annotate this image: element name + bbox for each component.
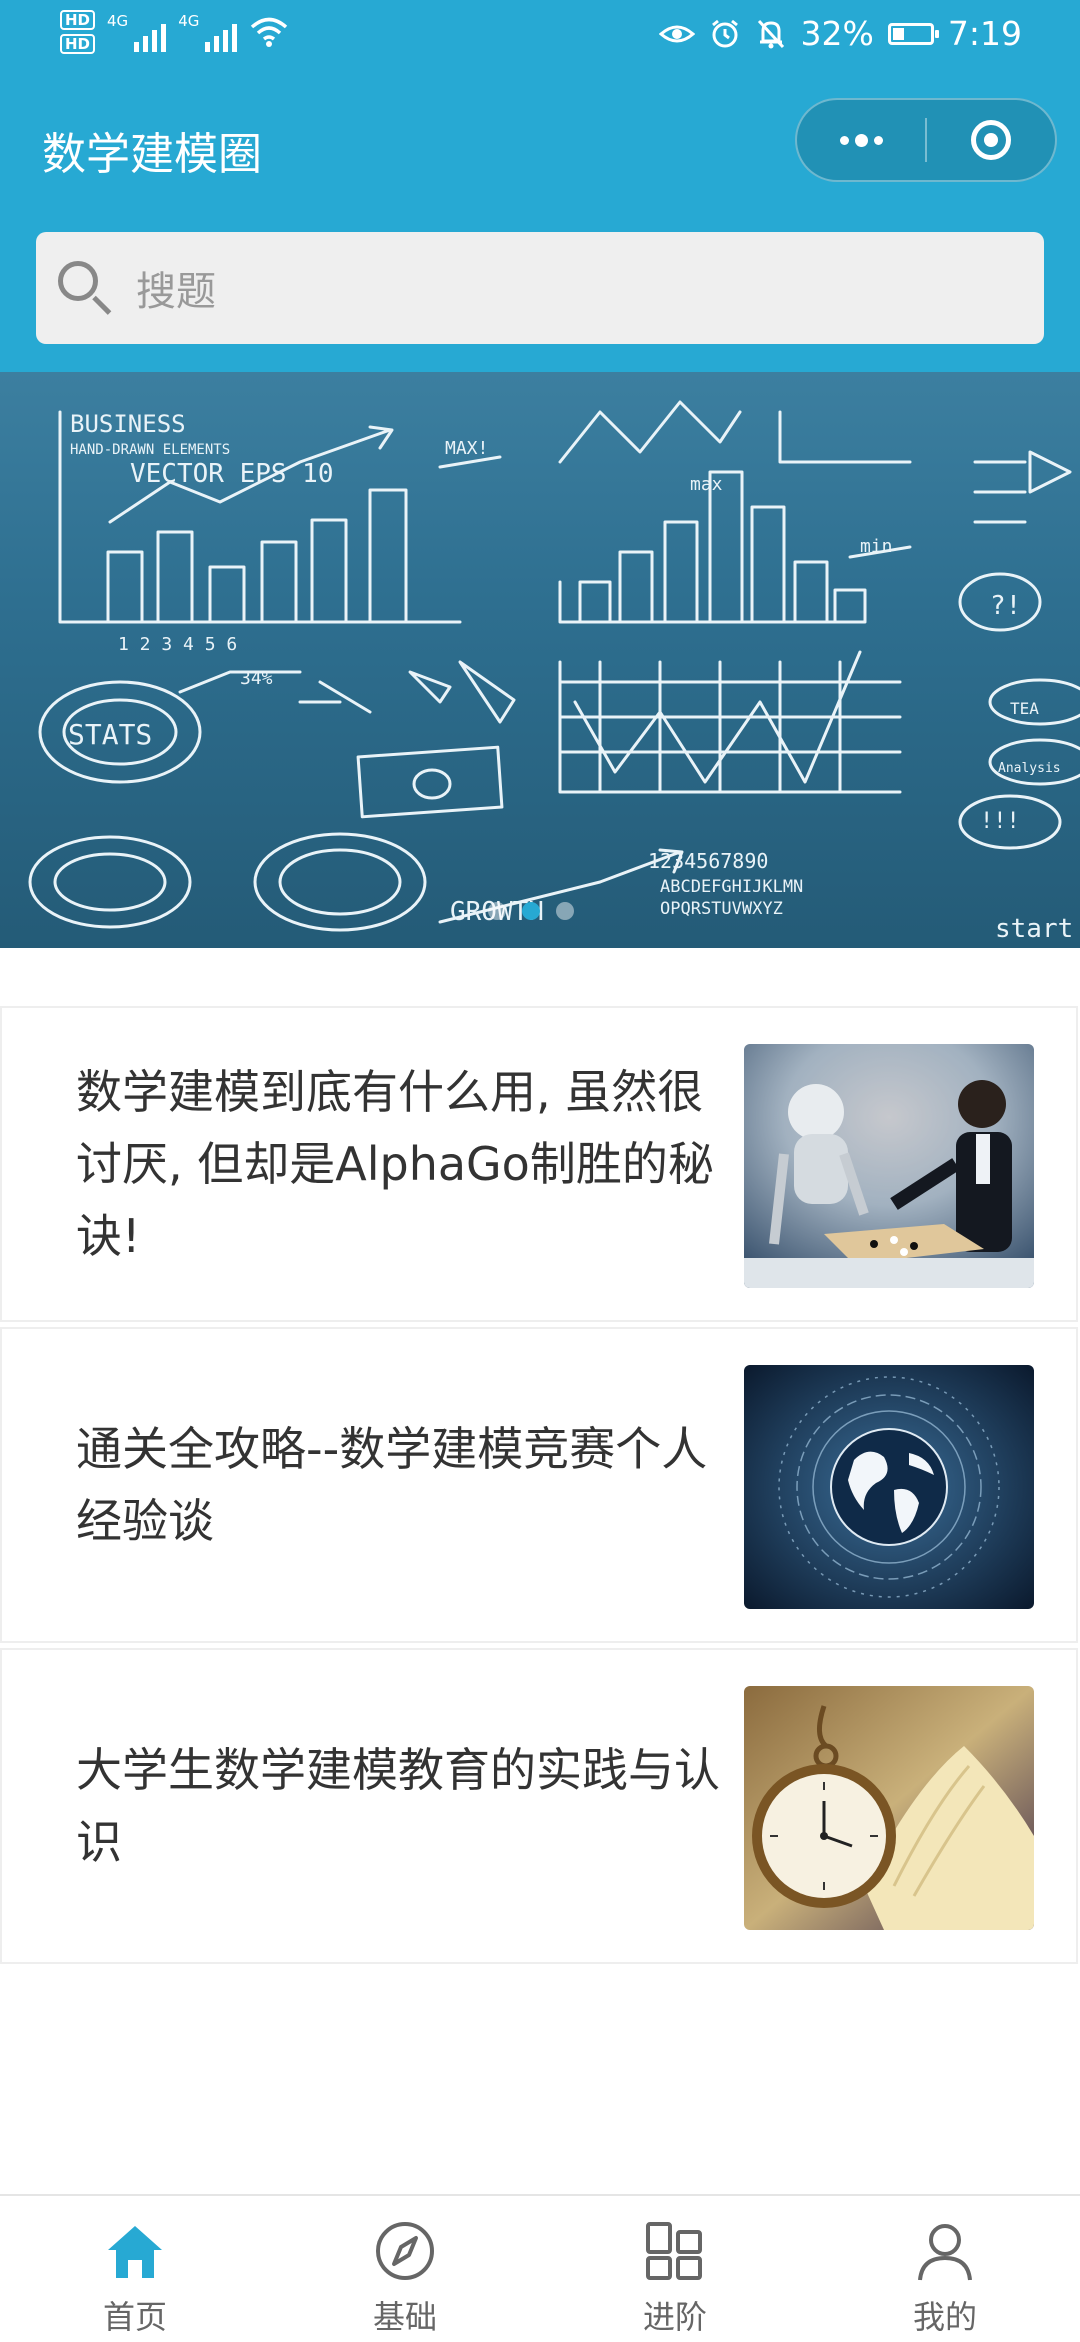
svg-text:ABCDEFGHIJKLMN: ABCDEFGHIJKLMN	[660, 877, 803, 897]
tab-basics[interactable]: 基础	[270, 2196, 540, 2342]
svg-text:VECTOR EPS 10: VECTOR EPS 10	[130, 459, 334, 489]
carousel-dot[interactable]	[522, 902, 540, 920]
svg-text:1 2 3 4 5 6: 1 2 3 4 5 6	[118, 634, 237, 655]
article-list: 数学建模到底有什么用, 虽然很讨厌, 但却是AlphaGo制胜的秘诀! 通关全攻…	[0, 1006, 1080, 1969]
tab-label: 首页	[102, 2298, 167, 2336]
network-type: 4G	[178, 12, 200, 30]
article-title-box: 数学建模到底有什么用, 虽然很讨厌, 但却是AlphaGo制胜的秘诀!	[76, 1008, 726, 1320]
search-input[interactable]: 搜题	[36, 232, 1044, 344]
close-miniprogram-button[interactable]	[927, 100, 1055, 180]
article-title-box: 通关全攻略--数学建模竞赛个人经验谈	[76, 1329, 726, 1641]
hd-badge: HD	[60, 10, 96, 30]
robot-vs-human-go-image	[744, 1044, 1034, 1288]
search-icon	[54, 257, 116, 319]
tab-home[interactable]: 首页	[0, 2196, 270, 2342]
search-placeholder: 搜题	[136, 269, 216, 315]
tab-label: 基础	[372, 2298, 437, 2336]
article-title-box: 大学生数学建模教育的实践与认识	[76, 1650, 726, 1962]
svg-text:TEA: TEA	[1010, 699, 1039, 718]
miniprogram-capsule	[795, 98, 1057, 182]
wifi-icon	[251, 17, 288, 47]
status-bar: HD HD 4G 4G 32% 7:19	[0, 0, 1080, 72]
battery-fill	[892, 27, 905, 40]
tab-mine[interactable]: 我的	[810, 2196, 1080, 2342]
alarm-icon	[711, 19, 738, 47]
article-card[interactable]: 通关全攻略--数学建模竞赛个人经验谈	[0, 1327, 1078, 1643]
carousel-indicator	[488, 902, 574, 920]
battery-percent: 32%	[800, 14, 874, 53]
clock: 7:19	[947, 14, 1022, 53]
carousel-dot[interactable]	[488, 902, 506, 920]
header: 数学建模圈 搜题	[0, 72, 1080, 372]
svg-text:HAND-DRAWN ELEMENTS: HAND-DRAWN ELEMENTS	[70, 442, 230, 458]
grid-icon	[646, 2222, 702, 2280]
hd-badges: HD HD	[60, 10, 96, 54]
home-icon	[108, 2226, 162, 2278]
article-title: 通关全攻略--数学建模竞赛个人经验谈	[76, 1422, 708, 1548]
tab-label: 进阶	[642, 2298, 707, 2336]
more-button[interactable]	[797, 100, 925, 180]
svg-text:1234567890: 1234567890	[648, 849, 768, 873]
article-card[interactable]: 大学生数学建模教育的实践与认识	[0, 1648, 1078, 1964]
compass-icon	[376, 2222, 434, 2280]
carousel-dot[interactable]	[556, 902, 574, 920]
globe-data-image	[744, 1365, 1034, 1609]
tab-label: 我的	[912, 2298, 977, 2336]
svg-text:?!: ?!	[990, 591, 1021, 621]
article-thumbnail	[744, 1044, 1034, 1288]
mute-bell-icon	[757, 19, 784, 48]
article-card[interactable]: 数学建模到底有什么用, 虽然很讨厌, 但却是AlphaGo制胜的秘诀!	[0, 1006, 1078, 1322]
article-title: 数学建模到底有什么用, 虽然很讨厌, 但却是AlphaGo制胜的秘诀!	[76, 1065, 714, 1263]
eye-icon	[658, 25, 695, 42]
svg-text:min: min	[860, 536, 893, 557]
banner-carousel[interactable]: BUSINESS HAND-DRAWN ELEMENTS VECTOR EPS …	[0, 372, 1080, 948]
hd-badge: HD	[60, 34, 96, 54]
network-type: 4G	[107, 12, 129, 30]
more-dots-icon	[839, 133, 883, 147]
article-title: 大学生数学建模教育的实践与认识	[76, 1743, 720, 1869]
target-icon	[970, 120, 1011, 160]
status-right: 32% 7:19	[658, 14, 1022, 53]
tab-advanced[interactable]: 进阶	[540, 2196, 810, 2342]
banner-image: BUSINESS HAND-DRAWN ELEMENTS VECTOR EPS …	[28, 400, 1080, 944]
battery-icon	[887, 22, 939, 45]
svg-text:start: start	[995, 914, 1073, 944]
bottom-tab-bar: 首页 基础 进阶 我的	[0, 2194, 1080, 2342]
article-thumbnail	[744, 1686, 1034, 1930]
page-title: 数学建模圈	[42, 129, 262, 180]
svg-text:STATS: STATS	[68, 718, 152, 751]
svg-text:!!!: !!!	[980, 809, 1020, 834]
pocket-watch-book-image	[744, 1686, 1034, 1930]
svg-text:OPQRSTUVWXYZ: OPQRSTUVWXYZ	[660, 899, 783, 919]
status-left: HD HD 4G 4G	[60, 10, 289, 54]
article-thumbnail	[744, 1365, 1034, 1609]
svg-text:max: max	[690, 474, 723, 495]
svg-text:MAX!: MAX!	[445, 438, 488, 459]
svg-text:BUSINESS: BUSINESS	[70, 410, 186, 438]
svg-text:Analysis: Analysis	[998, 761, 1061, 776]
signal-icon: 4G	[178, 12, 238, 52]
signal-icon: 4G	[107, 12, 167, 52]
user-icon	[918, 2224, 972, 2281]
svg-text:34%: 34%	[240, 668, 273, 689]
